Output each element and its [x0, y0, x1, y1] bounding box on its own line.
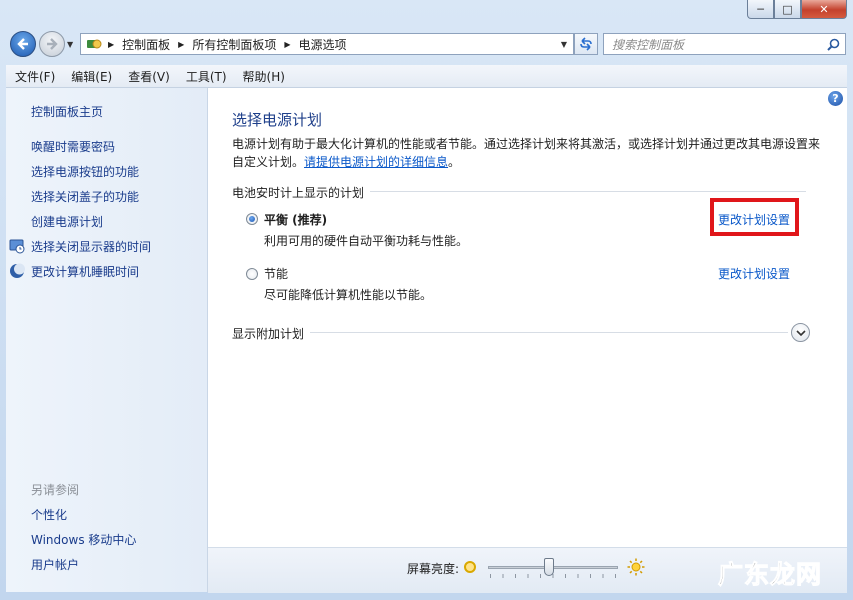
plan-balanced-radio[interactable] [246, 213, 258, 225]
dim-brightness-icon [464, 561, 476, 573]
plan-power-saver-name[interactable]: 节能 [264, 265, 288, 282]
extra-plans-divider [232, 332, 788, 333]
page-description: 电源计划有助于最大化计算机的性能或者节能。通过选择计划来将其激活，或选择计划并通… [232, 135, 822, 171]
brightness-slider-ticks [490, 574, 616, 578]
breadcrumb-item[interactable]: 所有控制面板项 [192, 36, 276, 53]
navigation-bar: ▼ ▶ 控制面板 ▶ 所有控制面板项 ▶ 电源选项 ▼ 搜索控制面板 [6, 28, 847, 62]
chevron-right-icon: ▶ [108, 39, 115, 49]
sidebar-item-personalization[interactable]: 个性化 [31, 506, 67, 523]
plan-power-saver-change-settings-link[interactable]: 更改计划设置 [718, 265, 790, 282]
caption-buttons: ─ □ ✕ [747, 0, 847, 20]
refresh-icon [580, 37, 592, 51]
address-bar[interactable]: ▶ 控制面板 ▶ 所有控制面板项 ▶ 电源选项 ▼ [80, 33, 574, 55]
refresh-button[interactable] [574, 33, 598, 55]
see-also-heading: 另请参阅 [31, 483, 80, 497]
chevron-right-icon[interactable]: ▶ [178, 40, 184, 49]
sidebar-item-power-button[interactable]: 选择电源按钮的功能 [31, 163, 139, 180]
menu-file[interactable]: 文件(F) [6, 68, 62, 85]
watermark: 广东龙网 [717, 560, 823, 590]
menu-bar: 文件(F) 编辑(E) 查看(V) 工具(T) 帮助(H) [6, 65, 847, 88]
recent-pages-dropdown[interactable]: ▼ [67, 40, 73, 49]
minimize-button[interactable]: ─ [747, 0, 774, 19]
menu-help[interactable]: 帮助(H) [234, 68, 292, 85]
menu-tools[interactable]: 工具(T) [177, 68, 234, 85]
sidebar-item-display-off[interactable]: 选择关闭显示器的时间 [31, 238, 151, 255]
plan-balanced-description: 利用可用的硬件自动平衡功耗与性能。 [264, 234, 469, 248]
sidebar-item-sleep[interactable]: 更改计算机睡眠时间 [31, 263, 139, 280]
arrow-left-icon [17, 38, 28, 50]
page-title: 选择电源计划 [232, 111, 323, 129]
search-icon[interactable] [827, 38, 840, 51]
sidebar-item-user-accounts[interactable]: 用户帐户 [31, 556, 79, 573]
brightness-slider-thumb[interactable] [544, 558, 555, 576]
plan-balanced-name[interactable]: 平衡 (推荐) [264, 211, 327, 228]
chevron-right-icon[interactable]: ▶ [284, 40, 290, 49]
control-panel-icon [87, 39, 102, 49]
sidebar-item-mobility-center[interactable]: Windows 移动中心 [31, 531, 136, 548]
plans-group-label: 电池安时计上显示的计划 [232, 184, 371, 201]
plan-power-saver-radio[interactable] [246, 268, 258, 280]
expand-button[interactable] [791, 323, 810, 342]
sidebar-item-lid-close[interactable]: 选择关闭盖子的功能 [31, 188, 139, 205]
help-icon[interactable]: ? [828, 91, 843, 106]
plan-power-saver-description: 尽可能降低计算机性能以节能。 [264, 288, 433, 302]
arrow-right-icon [47, 38, 58, 50]
breadcrumb-item[interactable]: 控制面板 [122, 36, 170, 53]
brightness-label: 屏幕亮度: [407, 562, 460, 576]
menu-view[interactable]: 查看(V) [119, 68, 177, 85]
sidebar-item-create-plan[interactable]: 创建电源计划 [31, 213, 103, 230]
search-input[interactable]: 搜索控制面板 [612, 36, 684, 53]
menu-edit[interactable]: 编辑(E) [62, 68, 119, 85]
address-dropdown-icon[interactable]: ▼ [561, 40, 567, 49]
forward-button[interactable] [39, 31, 65, 57]
breadcrumb-item[interactable]: 电源选项 [299, 36, 347, 53]
plan-details-link[interactable]: 请提供电源计划的详细信息 [304, 155, 448, 169]
sidebar-control-panel-home[interactable]: 控制面板主页 [31, 103, 103, 120]
moon-sleep-icon [10, 263, 25, 278]
show-additional-plans-label[interactable]: 显示附加计划 [232, 325, 311, 342]
chevron-down-icon [795, 329, 806, 336]
search-box[interactable]: 搜索控制面板 [603, 33, 846, 55]
description-end: 。 [448, 155, 461, 169]
close-button[interactable]: ✕ [801, 0, 847, 19]
maximize-button[interactable]: □ [774, 0, 801, 19]
highlight-annotation [710, 198, 799, 236]
back-button[interactable] [10, 31, 36, 57]
sun-icon [627, 558, 645, 576]
sidebar-item-wake-password[interactable]: 唤醒时需要密码 [31, 138, 115, 155]
display-clock-icon [9, 239, 25, 254]
